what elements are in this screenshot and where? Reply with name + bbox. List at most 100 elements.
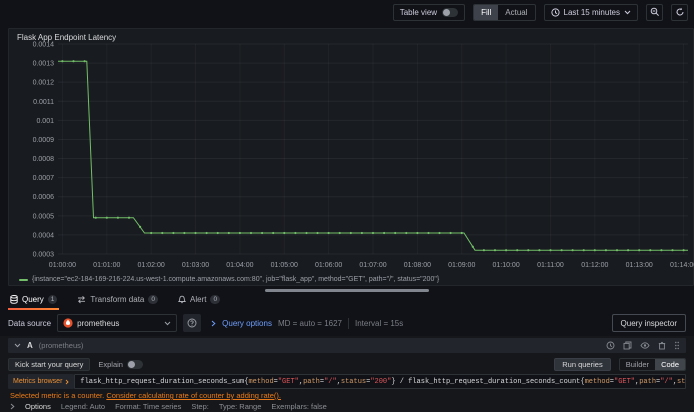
svg-text:01:13:00: 01:13:00 (626, 262, 653, 269)
question-circle-icon (187, 318, 197, 328)
query-editor-section: A (prometheus) Kick start your query Exp… (0, 336, 694, 412)
explain-label: Explain (98, 360, 123, 369)
chevron-right-icon (10, 403, 15, 410)
tab-alert[interactable]: Alert 0 (176, 288, 222, 310)
query-row-header[interactable]: A (prometheus) (8, 338, 686, 353)
chevron-down-icon[interactable] (14, 343, 21, 348)
datasource-row: Data source prometheus Query options MD … (0, 312, 694, 334)
option-legend: Legend: Auto (60, 402, 106, 411)
svg-text:01:03:00: 01:03:00 (182, 262, 209, 269)
svg-text:01:08:00: 01:08:00 (404, 262, 431, 269)
query-inspector-button[interactable]: Query inspector (611, 314, 686, 332)
kick-start-query-button[interactable]: Kick start your query (8, 358, 91, 371)
interval-summary: Interval = 15s (355, 318, 404, 328)
tab-query-count: 1 (47, 294, 58, 304)
svg-text:01:02:00: 01:02:00 (138, 262, 165, 269)
copy-icon[interactable] (623, 341, 632, 350)
tab-alert-label: Alert (190, 294, 207, 304)
query-toolbar: Kick start your query Explain Run querie… (8, 357, 686, 372)
tab-alert-count: 0 (210, 294, 221, 304)
clock-icon (550, 7, 560, 17)
tab-transform-data[interactable]: Transform data 0 (75, 288, 160, 310)
caret-down-icon (164, 321, 171, 325)
query-options-toggle[interactable]: Query options MD = auto = 1627 Interval … (211, 317, 404, 329)
svg-text:0.0008: 0.0008 (33, 156, 55, 163)
query-datasource-hint: (prometheus) (38, 341, 84, 350)
table-view-group: Table view (392, 3, 466, 21)
svg-text:0.0014: 0.0014 (33, 42, 55, 49)
svg-text:0.0005: 0.0005 (33, 213, 55, 220)
svg-text:0.0003: 0.0003 (33, 252, 55, 259)
explain-group: Explain (98, 360, 143, 369)
svg-text:0.0011: 0.0011 (33, 99, 54, 106)
counter-warning-link[interactable]: Consider calculating rate of counter by … (106, 391, 281, 400)
fill-actual-group: Fill Actual (473, 3, 536, 21)
table-view-toggle[interactable] (442, 7, 459, 17)
time-range-picker[interactable]: Last 15 minutes (543, 3, 638, 21)
max-data-points-summary: MD = auto = 1627 (277, 318, 342, 328)
time-range-label: Last 15 minutes (563, 7, 620, 17)
builder-code-group: Builder Code (618, 358, 686, 371)
legend-item[interactable]: {instance="ec2-184-169-216-224.us-west-1… (19, 276, 439, 283)
query-options-label: Query options (222, 318, 272, 328)
svg-text:01:01:00: 01:01:00 (93, 262, 120, 269)
svg-text:01:00:00: 01:00:00 (49, 262, 76, 269)
caret-down-icon (624, 10, 631, 14)
query-ref-id: A (27, 341, 33, 350)
tab-transform-count: 0 (148, 294, 158, 304)
option-step: Step: (191, 402, 209, 411)
query-options-footer[interactable]: Options Legend: Auto Format: Time series… (10, 402, 327, 411)
explain-toggle[interactable] (126, 360, 143, 369)
query-row-actions (606, 341, 680, 350)
history-icon[interactable] (606, 341, 615, 350)
svg-text:01:14:00: 01:14:00 (670, 262, 694, 269)
datasource-picker[interactable]: prometheus (57, 314, 178, 332)
table-view-label: Table view (399, 7, 438, 17)
run-queries-button[interactable]: Run queries (554, 358, 611, 371)
datasource-help-button[interactable] (183, 314, 202, 332)
svg-text:0.0009: 0.0009 (33, 137, 55, 144)
datasource-label: Data source (8, 318, 52, 328)
metrics-browser-label: Metrics browser (13, 378, 63, 385)
trash-icon[interactable] (658, 341, 666, 350)
builder-button[interactable]: Builder (620, 359, 655, 370)
svg-text:0.0013: 0.0013 (33, 61, 55, 68)
zoom-out-icon (650, 7, 659, 16)
code-button[interactable]: Code (655, 359, 685, 370)
legend-series-color (19, 278, 28, 281)
datasource-value: prometheus (77, 318, 120, 328)
refresh-button[interactable] (671, 3, 688, 21)
fill-button[interactable]: Fill (474, 4, 499, 20)
promql-editor-row: Metrics browser flask_http_request_durat… (8, 374, 686, 389)
legend-series-label: {instance="ec2-184-169-216-224.us-west-1… (32, 276, 440, 283)
options-label: Options (25, 402, 51, 411)
tab-query[interactable]: Query 1 (8, 288, 60, 310)
svg-text:01:11:00: 01:11:00 (537, 262, 564, 269)
counter-warning-text: Selected metric is a counter. (10, 391, 105, 400)
drag-handle-icon[interactable] (674, 341, 680, 350)
zoom-out-button[interactable] (646, 3, 663, 21)
svg-text:01:06:00: 01:06:00 (315, 262, 342, 269)
metrics-browser-button[interactable]: Metrics browser (8, 374, 75, 389)
svg-text:0.0012: 0.0012 (33, 80, 55, 87)
svg-text:0.001: 0.001 (36, 118, 54, 125)
eye-icon[interactable] (640, 341, 650, 350)
counter-warning: Selected metric is a counter. Consider c… (10, 391, 281, 400)
actual-button[interactable]: Actual (498, 5, 534, 20)
svg-text:01:09:00: 01:09:00 (448, 262, 475, 269)
query-expression: flask_http_request_duration_seconds_sum{… (80, 377, 686, 386)
svg-text:01:05:00: 01:05:00 (271, 262, 298, 269)
tab-transform-label: Transform data (90, 294, 145, 304)
divider (348, 317, 349, 329)
option-type: Type: Range (218, 402, 262, 411)
svg-text:01:07:00: 01:07:00 (359, 262, 386, 269)
editor-tabs: Query 1 Transform data 0 Alert 0 (0, 288, 694, 310)
chevron-right-icon (66, 379, 70, 384)
prometheus-logo-icon (63, 318, 73, 328)
query-expression-input[interactable]: flask_http_request_duration_seconds_sum{… (74, 374, 686, 389)
svg-text:01:04:00: 01:04:00 (226, 262, 253, 269)
panel-edit-topbar: Table view Fill Actual Last 15 minutes (0, 0, 694, 24)
timeseries-panel: Flask App Endpoint Latency 0.0014 0.0013 0… (8, 28, 694, 286)
bell-icon (178, 295, 186, 303)
tab-query-label: Query (22, 294, 44, 304)
